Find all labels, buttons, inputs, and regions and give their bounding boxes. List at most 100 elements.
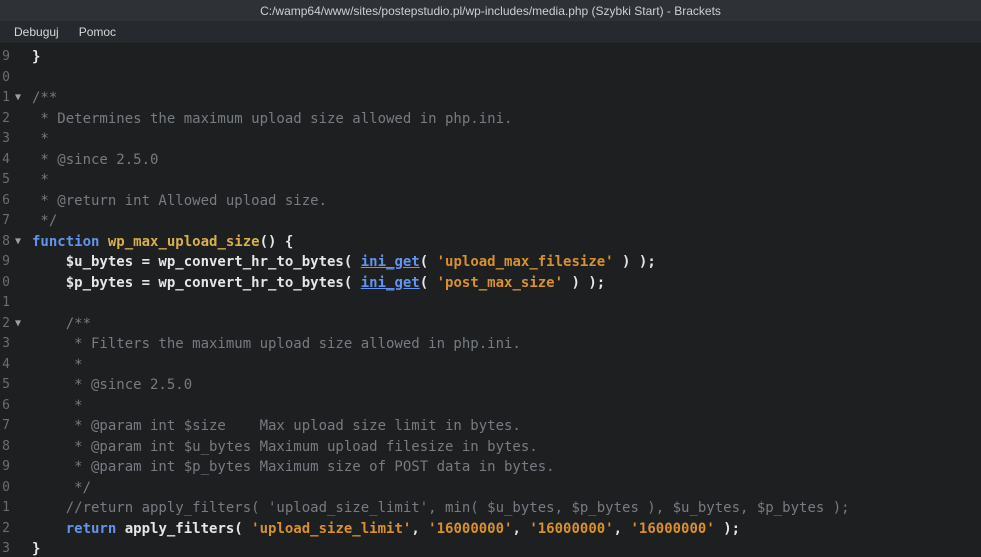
token-plain[interactable]: apply_filters(	[116, 521, 251, 537]
code-line[interactable]: 6 *	[0, 396, 981, 417]
code-text[interactable]	[32, 293, 981, 314]
token-comment[interactable]: * @param int $u_bytes Maximum upload fil…	[32, 439, 538, 455]
code-text[interactable]: //return apply_filters( 'upload_size_lim…	[32, 498, 981, 519]
code-text[interactable]: $u_bytes = wp_convert_hr_to_bytes( ini_g…	[32, 252, 981, 273]
code-line[interactable]: 7 */	[0, 211, 981, 232]
code-text[interactable]: * Filters the maximum upload size allowe…	[32, 334, 981, 355]
code-text[interactable]: *	[32, 170, 981, 191]
code-text[interactable]: /**	[32, 88, 981, 109]
token-keyword[interactable]: return	[66, 521, 117, 537]
token-comment[interactable]: * Filters the maximum upload size allowe…	[32, 336, 521, 352]
token-comment[interactable]: * @param int $p_bytes Maximum size of PO…	[32, 459, 555, 475]
token-plain[interactable]: }	[32, 49, 40, 65]
token-comment[interactable]: /**	[32, 316, 91, 332]
token-comment[interactable]: *	[32, 131, 49, 147]
code-text[interactable]: * @param int $size Max upload size limit…	[32, 416, 981, 437]
code-line[interactable]: 2 * Determines the maximum upload size a…	[0, 109, 981, 130]
code-line[interactable]: 0	[0, 68, 981, 89]
code-text[interactable]: * @since 2.5.0	[32, 150, 981, 171]
token-plain[interactable]: ,	[411, 521, 428, 537]
code-editor[interactable]: 9}01▼/**2 * Determines the maximum uploa…	[0, 44, 981, 557]
token-comment[interactable]: *	[32, 172, 49, 188]
code-line[interactable]: 8▼function wp_max_upload_size() {	[0, 232, 981, 253]
code-text[interactable]: *	[32, 129, 981, 150]
token-keyword[interactable]: function	[32, 234, 99, 250]
menu-item-pomoc[interactable]: Pomoc	[69, 21, 126, 43]
token-def[interactable]: wp_max_upload_size	[108, 234, 260, 250]
code-text[interactable]: */	[32, 478, 981, 499]
token-plain[interactable]: ,	[512, 521, 529, 537]
token-comment[interactable]: * @return int Allowed upload size.	[32, 193, 327, 209]
token-string[interactable]: 'upload_max_filesize'	[437, 254, 614, 270]
token-plain[interactable]: (	[420, 275, 437, 291]
token-comment[interactable]: *	[32, 398, 83, 414]
token-plain[interactable]	[32, 521, 66, 537]
fold-arrow-icon[interactable]: ▼	[10, 232, 32, 253]
code-line[interactable]: 9 $u_bytes = wp_convert_hr_to_bytes( ini…	[0, 252, 981, 273]
code-line[interactable]: 5 *	[0, 170, 981, 191]
code-line[interactable]: 2 return apply_filters( 'upload_size_lim…	[0, 519, 981, 540]
code-text[interactable]: $p_bytes = wp_convert_hr_to_bytes( ini_g…	[32, 273, 981, 294]
code-line[interactable]: 3 *	[0, 129, 981, 150]
token-comment[interactable]: /**	[32, 90, 57, 106]
code-line[interactable]: 0 */	[0, 478, 981, 499]
token-plain[interactable]: ) );	[563, 275, 605, 291]
token-plain[interactable]	[99, 234, 107, 250]
code-line[interactable]: 2▼ /**	[0, 314, 981, 335]
code-text[interactable]: return apply_filters( 'upload_size_limit…	[32, 519, 981, 540]
code-text[interactable]: */	[32, 211, 981, 232]
token-plain[interactable]: ,	[614, 521, 631, 537]
token-comment[interactable]: *	[32, 357, 83, 373]
code-text[interactable]: function wp_max_upload_size() {	[32, 232, 981, 253]
token-builtin[interactable]: ini_get	[361, 254, 420, 270]
token-comment[interactable]: * @since 2.5.0	[32, 152, 158, 168]
code-line[interactable]: 3}	[0, 539, 981, 557]
code-text[interactable]: * @param int $u_bytes Maximum upload fil…	[32, 437, 981, 458]
token-string[interactable]: '16000000'	[428, 521, 512, 537]
token-plain[interactable]: () {	[260, 234, 294, 250]
token-string[interactable]: 'post_max_size'	[437, 275, 563, 291]
fold-arrow-icon[interactable]: ▼	[10, 88, 32, 109]
token-comment[interactable]: * @since 2.5.0	[32, 377, 192, 393]
token-plain[interactable]: );	[715, 521, 740, 537]
token-comment[interactable]: //return apply_filters( 'upload_size_lim…	[32, 500, 850, 516]
code-text[interactable]: *	[32, 355, 981, 376]
code-text[interactable]: *	[32, 396, 981, 417]
code-line[interactable]: 9 * @param int $p_bytes Maximum size of …	[0, 457, 981, 478]
code-text[interactable]: * Determines the maximum upload size all…	[32, 109, 981, 130]
code-line[interactable]: 1 //return apply_filters( 'upload_size_l…	[0, 498, 981, 519]
code-text[interactable]	[32, 68, 981, 89]
code-text[interactable]: * @return int Allowed upload size.	[32, 191, 981, 212]
code-line[interactable]: 4 *	[0, 355, 981, 376]
token-string[interactable]: '16000000'	[630, 521, 714, 537]
code-text[interactable]: }	[32, 47, 981, 68]
fold-arrow-icon[interactable]: ▼	[10, 314, 32, 335]
code-line[interactable]: 1	[0, 293, 981, 314]
code-line[interactable]: 5 * @since 2.5.0	[0, 375, 981, 396]
token-string[interactable]: '16000000'	[529, 521, 613, 537]
token-plain[interactable]: $u_bytes = wp_convert_hr_to_bytes(	[32, 254, 361, 270]
code-text[interactable]: }	[32, 539, 981, 557]
code-text[interactable]: * @since 2.5.0	[32, 375, 981, 396]
menu-item-debuguj[interactable]: Debuguj	[4, 21, 69, 43]
code-line[interactable]: 7 * @param int $size Max upload size lim…	[0, 416, 981, 437]
token-comment[interactable]: */	[32, 480, 91, 496]
token-comment[interactable]: * @param int $size Max upload size limit…	[32, 418, 521, 434]
code-line[interactable]: 1▼/**	[0, 88, 981, 109]
code-line[interactable]: 6 * @return int Allowed upload size.	[0, 191, 981, 212]
code-line[interactable]: 8 * @param int $u_bytes Maximum upload f…	[0, 437, 981, 458]
code-line[interactable]: 3 * Filters the maximum upload size allo…	[0, 334, 981, 355]
token-plain[interactable]: $p_bytes = wp_convert_hr_to_bytes(	[32, 275, 361, 291]
code-text[interactable]: /**	[32, 314, 981, 335]
code-line[interactable]: 0 $p_bytes = wp_convert_hr_to_bytes( ini…	[0, 273, 981, 294]
token-plain[interactable]: ) );	[614, 254, 656, 270]
token-comment[interactable]: */	[32, 213, 57, 229]
code-line[interactable]: 9}	[0, 47, 981, 68]
code-line[interactable]: 4 * @since 2.5.0	[0, 150, 981, 171]
token-string[interactable]: 'upload_size_limit'	[251, 521, 411, 537]
token-builtin[interactable]: ini_get	[361, 275, 420, 291]
token-plain[interactable]: (	[420, 254, 437, 270]
token-comment[interactable]: * Determines the maximum upload size all…	[32, 111, 512, 127]
token-plain[interactable]: }	[32, 541, 40, 557]
code-text[interactable]: * @param int $p_bytes Maximum size of PO…	[32, 457, 981, 478]
